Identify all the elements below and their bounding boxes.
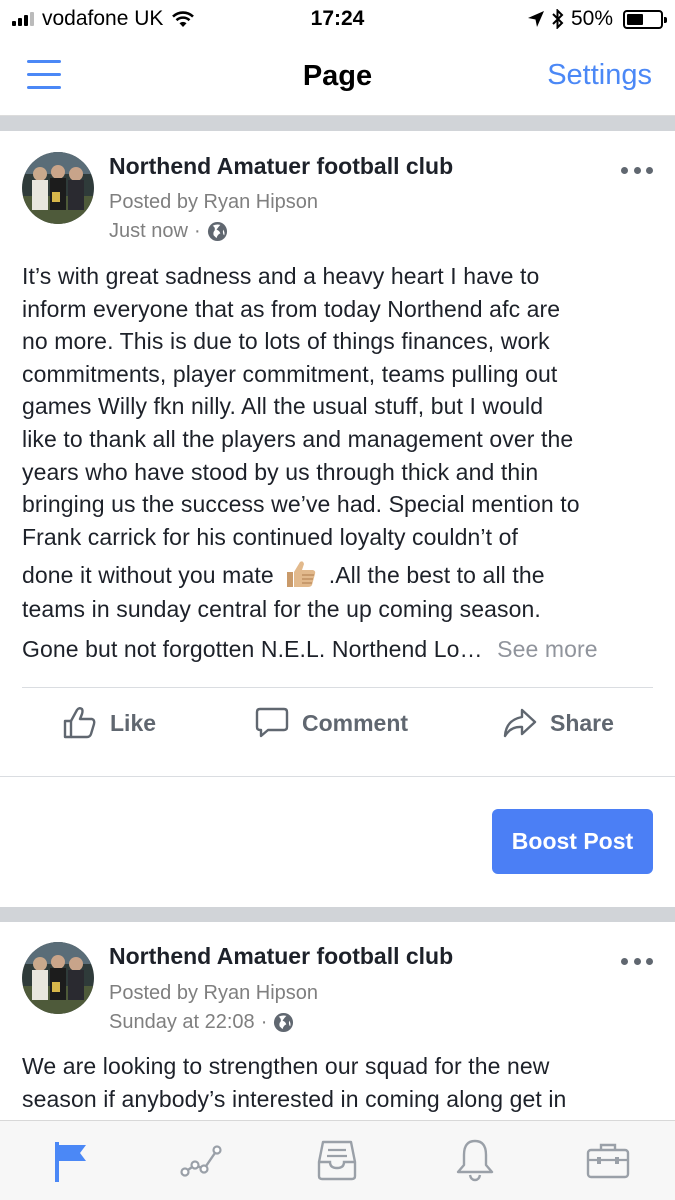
post-text-line: teams in sunday central for the up comin… (22, 596, 541, 623)
battery-percent: 50% (570, 7, 613, 30)
see-more-link[interactable]: See more (497, 636, 598, 662)
post-text-truncated: Gone but not forgotten N.E.L. Northend L… (22, 636, 483, 663)
post-text-line: commitments, player commitment, teams pu… (22, 360, 558, 387)
globe-icon (207, 221, 227, 242)
battery-icon (623, 9, 667, 29)
comment-label: Comment (302, 709, 409, 736)
status-bar: vodafone UK 17:24 50% (0, 0, 675, 40)
tab-notifications[interactable] (450, 1135, 500, 1185)
post-card: Northend Amatuer football club Posted by… (0, 131, 675, 907)
post-text-line: no more. This is due to lots of things f… (22, 328, 550, 355)
post-timestamp[interactable]: Sunday at 22:08 · (109, 1011, 294, 1034)
carrier-label: vodafone UK (42, 7, 164, 30)
post-text-segment: .All the best to all the (328, 562, 545, 589)
post-text-line: It’s with great sadness and a heavy hear… (22, 263, 540, 289)
status-right: 50% (527, 7, 667, 31)
tab-bar (0, 1120, 675, 1200)
post-text-line: years who have stood by us through thick… (22, 458, 539, 485)
post-text: It’s with great sadness and a heavy hear… (22, 260, 662, 664)
wifi-icon (172, 11, 195, 27)
battery-fill (627, 13, 643, 25)
share-icon (503, 708, 537, 738)
post-card: Northend Amatuer football club Posted by… (0, 922, 675, 1120)
insights-icon (180, 1145, 222, 1177)
post-text-line: We are looking to strengthen our squad f… (22, 1053, 550, 1079)
page-name[interactable]: Northend Amatuer football club (109, 153, 453, 180)
separator-dot: · (260, 1011, 268, 1033)
settings-button[interactable]: Settings (547, 59, 652, 92)
more-options-icon[interactable] (621, 164, 653, 176)
share-label: Share (550, 709, 614, 736)
tab-tools[interactable] (583, 1135, 633, 1185)
thumbs-up-emoji-icon (287, 561, 316, 588)
posted-by: Posted by Ryan Hipson (109, 191, 319, 213)
tab-page[interactable] (44, 1135, 94, 1185)
action-divider (22, 687, 653, 688)
tab-insights[interactable] (177, 1135, 227, 1185)
page-name[interactable]: Northend Amatuer football club (109, 943, 453, 970)
like-icon (63, 707, 96, 739)
post-actions: Like Comment Share (0, 693, 675, 753)
post-text-line: done it without you mate .All the best t… (22, 553, 662, 593)
comment-button[interactable]: Comment (254, 693, 408, 753)
signal-icon (12, 12, 34, 26)
boost-divider (0, 776, 675, 777)
nav-bar: Page Settings (0, 40, 675, 116)
bluetooth-icon (552, 9, 564, 29)
post-text-segment: done it without you mate (22, 562, 274, 589)
bell-icon (456, 1139, 494, 1182)
flag-icon (55, 1142, 86, 1182)
timestamp-text: Sunday at 22:08 (109, 1011, 255, 1033)
post-text-line: like to thank all the players and manage… (22, 425, 574, 452)
separator-dot: · (193, 220, 201, 242)
post-text-line: bringing us the success we’ve had. Speci… (22, 491, 580, 518)
inbox-icon (317, 1140, 357, 1181)
post-text: We are looking to strengthen our squad f… (22, 1050, 662, 1115)
posted-by: Posted by Ryan Hipson (109, 982, 319, 1004)
menu-icon[interactable] (27, 60, 61, 90)
like-label: Like (110, 709, 157, 736)
more-options-icon[interactable] (621, 955, 653, 967)
like-button[interactable]: Like (62, 693, 156, 753)
post-text-line: Gone but not forgotten N.E.L. Northend L… (22, 631, 662, 664)
location-arrow-icon (527, 11, 544, 27)
feed-separator (0, 907, 675, 922)
post-timestamp[interactable]: Just now · (109, 220, 228, 243)
globe-icon (274, 1012, 294, 1033)
post-text-line: inform everyone that as from today North… (22, 295, 561, 322)
post-text-line: season if anybody’s interested in coming… (22, 1085, 567, 1112)
comment-icon (255, 707, 289, 738)
boost-post-button[interactable]: Boost Post (492, 809, 653, 874)
feed-separator (0, 116, 675, 131)
avatar[interactable] (22, 152, 94, 224)
avatar[interactable] (22, 942, 94, 1014)
briefcase-icon (586, 1143, 630, 1179)
timestamp-text: Just now (109, 220, 188, 242)
share-button[interactable]: Share (502, 693, 614, 753)
post-text-line: games Willy fkn nilly. All the usual stu… (22, 393, 544, 420)
post-text-line: Frank carrick for his continued loyalty … (22, 523, 518, 550)
status-left: vodafone UK (12, 7, 195, 31)
tab-inbox[interactable] (312, 1135, 362, 1185)
